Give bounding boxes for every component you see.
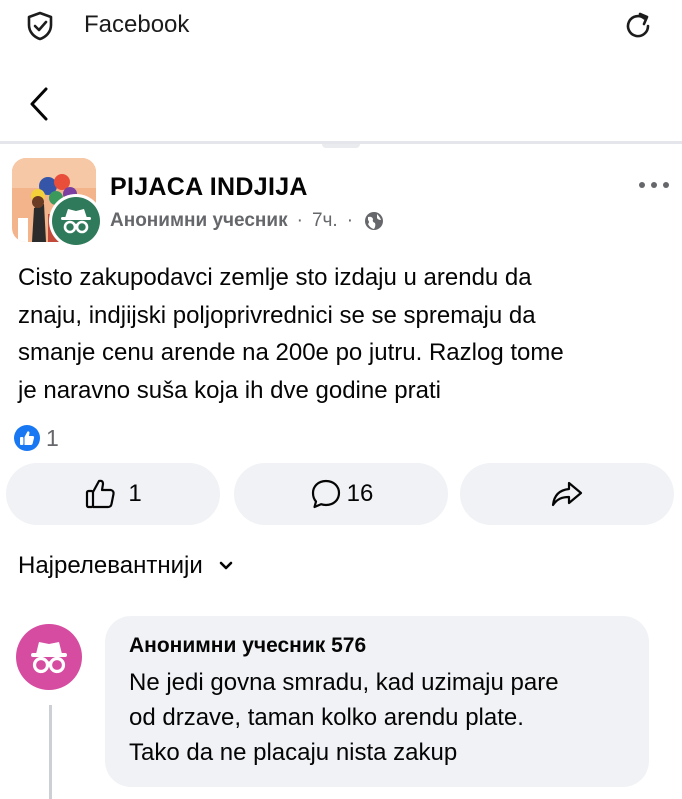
comment-bubble[interactable]: Анонимни учесник 576 Ne jedi govna smrad… — [105, 616, 649, 787]
comment-author[interactable]: Анонимни учесник 576 — [129, 631, 649, 661]
thumbs-up-icon — [86, 479, 115, 509]
anonymous-badge — [49, 194, 103, 248]
sort-label: Најрелевантнији — [18, 552, 203, 579]
globe-icon — [365, 212, 384, 230]
thread-line — [49, 705, 52, 799]
comment-text-line: Ne jedi govna smradu, kad uzimaju pare — [129, 669, 559, 696]
reaction-count: 1 — [46, 424, 59, 451]
like-reaction-icon — [14, 425, 40, 451]
post-header: PIJACA INDJIJA Анонимни учесник · 7ч. · — [0, 150, 682, 250]
comment-text: Ne jedi govna smradu, kad uzimaju pare o… — [129, 665, 649, 770]
comment-count: 16 — [346, 480, 374, 507]
post-text-line: znaju, indjijski poljoprivrednici se se … — [18, 301, 536, 329]
post-author[interactable]: Анонимни учесник — [110, 210, 288, 232]
share-icon — [551, 481, 583, 507]
comment-text-line: Tako da ne placaju nista zakup — [129, 739, 458, 766]
comment-text-line: od drzave, taman kolko arendu plate. — [129, 704, 524, 731]
comment-button[interactable]: 16 — [234, 463, 448, 525]
post-text: Cisto zakupodavci zemlje sto izdaju u ar… — [18, 259, 668, 409]
like-button[interactable]: 1 — [6, 463, 220, 525]
scroll-indicator — [322, 144, 360, 148]
reactions-summary[interactable]: 1 — [14, 424, 59, 452]
meta-separator: · — [346, 210, 354, 231]
incognito-icon — [61, 209, 91, 234]
more-options-icon[interactable] — [634, 173, 674, 197]
comment-avatar[interactable] — [16, 624, 82, 690]
group-name[interactable]: PIJACA INDJIJA — [110, 173, 308, 202]
meta-separator: · — [296, 210, 303, 231]
comment-sort[interactable]: Најрелевантнији — [18, 552, 235, 580]
share-button[interactable] — [460, 463, 674, 525]
post-text-line: smanje cenu arende na 200e po jutru. Raz… — [18, 339, 564, 366]
incognito-icon — [31, 642, 67, 674]
shield-icon[interactable] — [24, 10, 56, 42]
reload-icon[interactable] — [620, 8, 656, 44]
chevron-down-icon — [219, 561, 233, 570]
comment-icon — [311, 479, 340, 509]
back-arrow-icon[interactable] — [20, 84, 60, 124]
post-text-line: Cisto zakupodavci zemlje sto izdaju u ar… — [18, 264, 532, 291]
browser-title: Facebook — [84, 11, 190, 38]
like-count: 1 — [128, 480, 142, 507]
post-text-line: je naravno suša koja ih dve godine prati — [18, 376, 441, 404]
post-meta: Анонимни учесник · 7ч. · — [110, 210, 384, 232]
post-time[interactable]: 7ч. — [312, 210, 338, 232]
browser-bar: Facebook — [0, 0, 682, 52]
nav-bar — [0, 52, 682, 144]
